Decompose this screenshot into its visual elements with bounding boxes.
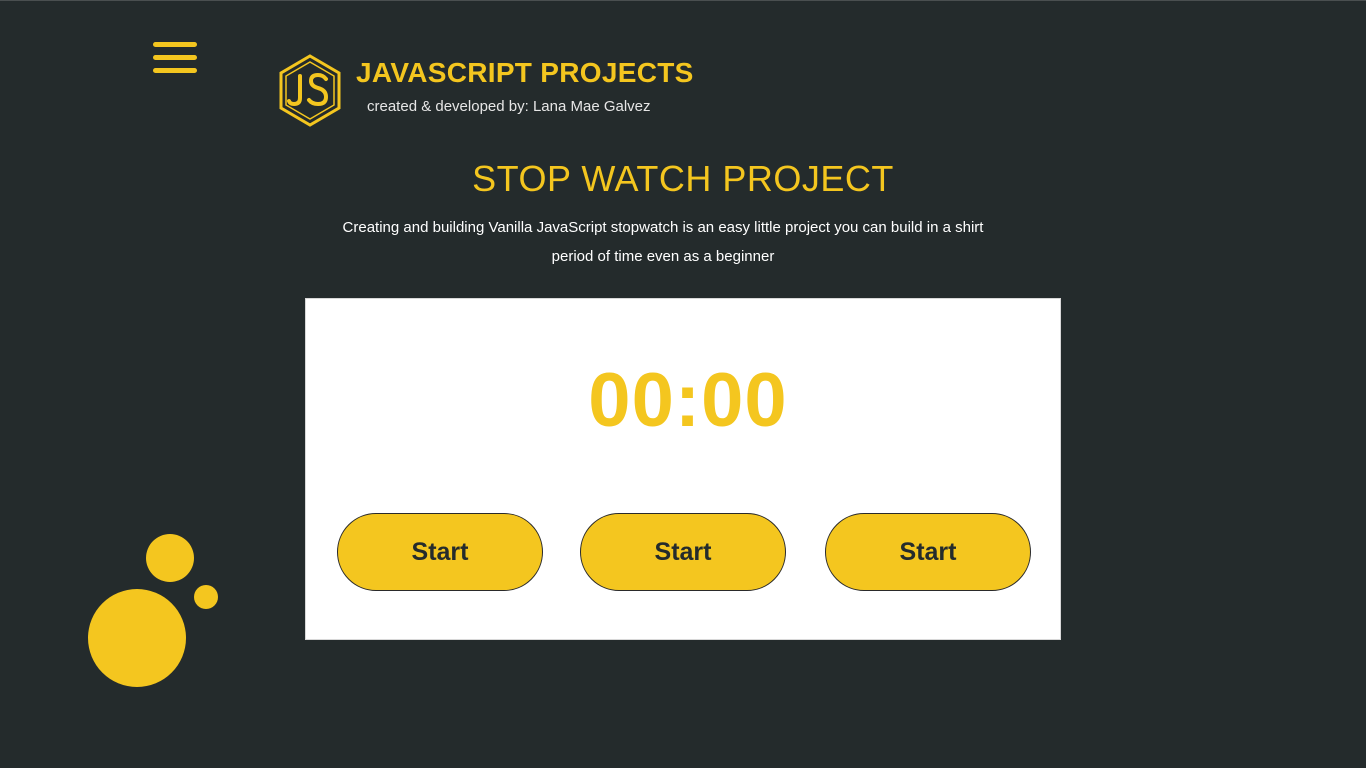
decorative-circle-large [88, 589, 186, 687]
hamburger-line [153, 42, 197, 47]
stopwatch-card: 00:00 Start Start Start [305, 298, 1061, 640]
js-hexagon-logo-icon [278, 54, 342, 127]
decorative-circle-small [194, 585, 218, 609]
stopwatch-display: 00:00 [588, 358, 788, 443]
start-button-3[interactable]: Start [825, 513, 1031, 591]
decorative-circle-medium [146, 534, 194, 582]
start-button-2[interactable]: Start [580, 513, 786, 591]
hamburger-line [153, 68, 197, 73]
project-description: Creating and building Vanilla JavaScript… [342, 219, 984, 265]
brand-subtitle: created & developed by: Lana Mae Galvez [367, 98, 651, 115]
brand-title: JAVASCRIPT PROJECTS [356, 57, 694, 88]
hamburger-line [153, 55, 197, 60]
start-button-1[interactable]: Start [337, 513, 543, 591]
page-title: STOP WATCH PROJECT [472, 158, 894, 199]
hamburger-menu-icon[interactable] [153, 42, 197, 74]
